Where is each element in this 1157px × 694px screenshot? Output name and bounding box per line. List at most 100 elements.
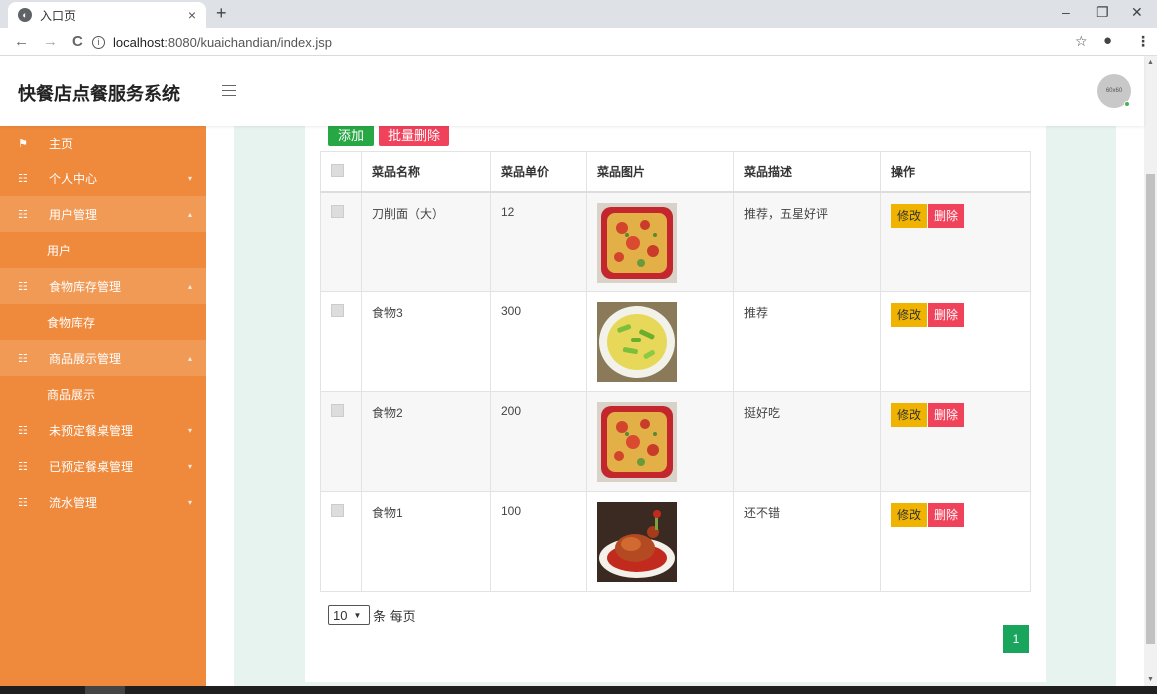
grid-icon: ☷: [18, 208, 28, 221]
online-status-dot: [1124, 101, 1130, 107]
tab-title: 入口页: [40, 8, 77, 23]
dish-image-cell: [586, 491, 734, 592]
dish-description: 推荐: [733, 291, 881, 392]
grid-icon: ☷: [18, 424, 28, 437]
sidebar-item-label: 已预定餐桌管理: [49, 459, 134, 474]
dish-price: 100: [490, 491, 587, 592]
dish-price: 200: [490, 391, 587, 492]
sidebar-subitem-food-inventory[interactable]: 食物库存: [0, 304, 206, 340]
sidebar-subitem-label: 商品展示: [47, 387, 96, 402]
table-row: 食物3 300 推荐 修改 删除: [320, 291, 1031, 392]
dish-image-cell: [586, 391, 734, 492]
select-all-checkbox[interactable]: [331, 164, 344, 178]
browser-tab-bar: ◐ 入口页 × + – ❐ ✕: [0, 0, 1157, 28]
chevron-down-icon: ▾: [187, 497, 192, 507]
row-checkbox[interactable]: [331, 404, 344, 417]
sidebar-item-user-management[interactable]: ☷ 用户管理 ▴: [0, 196, 206, 232]
edit-button[interactable]: 修改: [891, 403, 928, 427]
browser-menu-icon[interactable]: ⋮: [1136, 33, 1150, 50]
sidebar-item-food-inventory-management[interactable]: ☷ 食物库存管理 ▴: [0, 268, 206, 304]
taskbar-item[interactable]: [85, 686, 125, 694]
tab-close-icon[interactable]: ×: [188, 7, 196, 23]
sidebar-item-label: 主页: [49, 136, 74, 151]
globe-icon: ◐: [18, 8, 32, 22]
chevron-down-icon: ▾: [187, 425, 192, 435]
column-header-description[interactable]: 菜品描述: [733, 151, 881, 193]
new-tab-button[interactable]: +: [216, 3, 227, 24]
scroll-up-icon[interactable]: ▲: [1147, 59, 1154, 66]
actions-cell: 修改 删除: [880, 491, 1031, 592]
chevron-down-icon: ▾: [187, 173, 192, 183]
page-size-suffix: 条 每页: [373, 608, 416, 624]
scroll-down-icon[interactable]: ▼: [1147, 676, 1154, 683]
sidebar-item-transactions[interactable]: ☷ 流水管理 ▾: [0, 484, 206, 520]
dish-price: 12: [490, 191, 587, 292]
profile-icon[interactable]: ●: [1103, 32, 1112, 49]
delete-button[interactable]: 删除: [928, 203, 965, 228]
chevron-down-icon: ▾: [187, 461, 192, 471]
column-header-name[interactable]: 菜品名称: [361, 151, 491, 193]
menu-toggle-icon[interactable]: [222, 85, 236, 96]
edit-button[interactable]: 修改: [891, 203, 928, 228]
dish-description: 还不错: [733, 491, 881, 592]
url-field[interactable]: i localhost:8080/kuaichandian/index.jsp: [92, 31, 1062, 53]
scrollbar-thumb[interactable]: [1146, 174, 1155, 644]
grid-icon: ☷: [18, 496, 28, 509]
bookmark-star-icon[interactable]: ☆: [1075, 33, 1088, 50]
restore-icon[interactable]: ❐: [1096, 4, 1109, 21]
info-icon[interactable]: i: [92, 35, 105, 49]
chevron-up-icon: ▴: [187, 281, 192, 291]
delete-button[interactable]: 删除: [928, 503, 965, 527]
sidebar-item-product-display-management[interactable]: ☷ 商品展示管理 ▴: [0, 340, 206, 376]
os-taskbar: [0, 686, 1157, 694]
chevron-up-icon: ▴: [187, 353, 192, 363]
sidebar: ⚑ 主页 ☷ 个人中心 ▾ ☷ 用户管理 ▴ 用户 ☷ 食物库存管理 ▴ 食物库…: [0, 126, 206, 686]
column-header-price[interactable]: 菜品单价: [490, 151, 587, 193]
sidebar-item-home[interactable]: ⚑ 主页: [0, 126, 206, 160]
sidebar-subitem-product-display[interactable]: 商品展示: [0, 376, 206, 412]
page-size-select[interactable]: 10 ▼: [328, 605, 370, 625]
page-scrollbar[interactable]: ▲ ▼: [1144, 56, 1157, 686]
dish-name: 食物3: [361, 291, 491, 392]
forward-icon[interactable]: →: [43, 33, 58, 50]
avatar[interactable]: 60x60: [1097, 74, 1131, 108]
page-button-current[interactable]: 1: [1003, 625, 1029, 653]
url-text: localhost:8080/kuaichandian/index.jsp: [113, 34, 332, 50]
sidebar-item-label: 流水管理: [49, 495, 98, 510]
delete-button[interactable]: 删除: [928, 303, 965, 327]
reload-icon[interactable]: C: [72, 33, 83, 50]
table-header-row: 菜品名称 菜品单价 菜品图片 菜品描述 操作: [320, 151, 1031, 193]
row-checkbox[interactable]: [331, 304, 344, 317]
avatar-placeholder-text: 60x60: [1105, 88, 1123, 94]
sidebar-item-label: 未预定餐桌管理: [49, 423, 134, 438]
grid-icon: ☷: [18, 352, 28, 365]
app-title: 快餐店点餐服务系统: [18, 84, 180, 104]
sidebar-item-label: 食物库存管理: [49, 279, 122, 294]
row-checkbox[interactable]: [331, 204, 344, 218]
edit-button[interactable]: 修改: [891, 503, 928, 527]
close-window-icon[interactable]: ✕: [1131, 4, 1143, 21]
dish-price: 300: [490, 291, 587, 392]
sidebar-subitem-users[interactable]: 用户: [0, 232, 206, 268]
sidebar-item-unreserved-tables[interactable]: ☷ 未预定餐桌管理 ▾: [0, 412, 206, 448]
grid-icon: ☷: [18, 460, 28, 473]
dish-description: 推荐，五星好评: [733, 191, 881, 292]
minimize-icon[interactable]: –: [1062, 4, 1070, 20]
flag-icon: ⚑: [18, 137, 28, 150]
page-size-value: 10: [333, 607, 348, 623]
sidebar-item-label: 用户管理: [49, 207, 98, 222]
delete-button[interactable]: 删除: [928, 403, 965, 427]
browser-tab[interactable]: ◐ 入口页 ×: [8, 2, 206, 28]
dish-name: 食物2: [361, 391, 491, 492]
row-checkbox[interactable]: [331, 504, 344, 517]
sidebar-item-personal-center[interactable]: ☷ 个人中心 ▾: [0, 160, 206, 196]
sidebar-subitem-label: 食物库存: [47, 315, 96, 330]
dish-table: 菜品名称 菜品单价 菜品图片 菜品描述 操作 刀削面（大） 12 推荐，五星好评…: [320, 151, 1031, 592]
back-icon[interactable]: ←: [14, 33, 29, 50]
sidebar-item-reserved-tables[interactable]: ☷ 已预定餐桌管理 ▾: [0, 448, 206, 484]
tomato-egg-dish-image: [597, 402, 677, 482]
edit-button[interactable]: 修改: [891, 303, 928, 327]
sidebar-item-label: 商品展示管理: [49, 351, 122, 366]
select-all-cell: [320, 151, 362, 193]
dish-image-cell: [586, 191, 734, 292]
